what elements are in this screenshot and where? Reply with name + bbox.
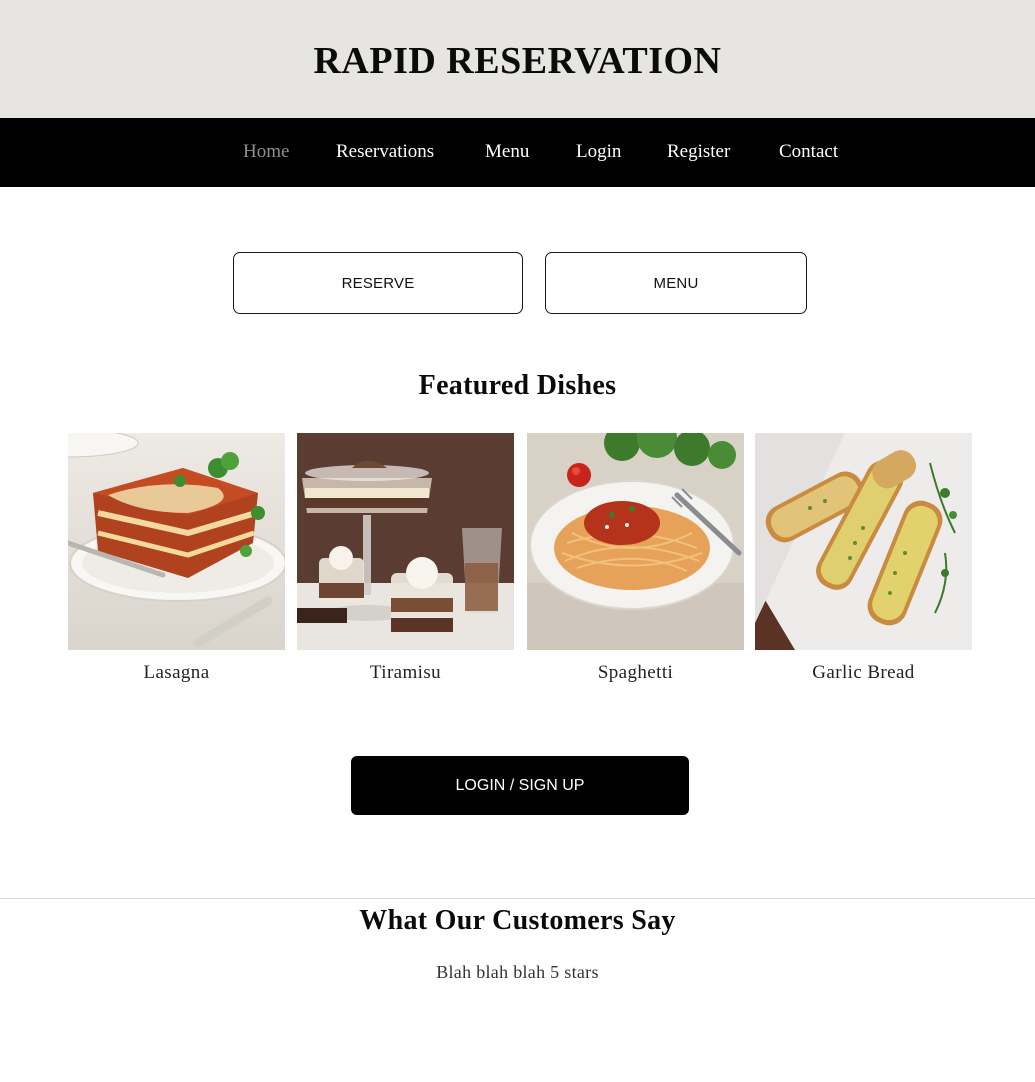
dish-card[interactable]: Tiramisu — [297, 433, 514, 684]
testimonials-heading: What Our Customers Say — [359, 905, 676, 936]
dish-name: Tiramisu — [369, 662, 442, 683]
nav-register[interactable]: Register — [667, 141, 730, 163]
dish-card[interactable]: Lasagna — [68, 433, 285, 684]
dish-card[interactable]: Garlic Bread — [755, 433, 972, 684]
site-header: RAPID RESERVATION — [0, 0, 1035, 118]
site-title: RAPID RESERVATION — [313, 40, 722, 82]
dish-name: Spaghetti — [597, 662, 674, 683]
nav-contact[interactable]: Contact — [779, 141, 838, 163]
login-signup-button[interactable]: LOGIN / SIGN UP — [351, 756, 689, 815]
reserve-button[interactable]: RESERVE — [233, 252, 523, 314]
menu-button[interactable]: MENU — [545, 252, 807, 314]
nav-reservations[interactable]: Reservations — [336, 141, 434, 163]
lasagna-photo — [68, 433, 285, 650]
dish-name: Garlic Bread — [812, 662, 915, 683]
spaghetti-photo — [527, 433, 744, 650]
tiramisu-photo — [297, 433, 514, 650]
nav-login[interactable]: Login — [576, 141, 621, 163]
garlic-bread-photo — [755, 433, 972, 650]
testimonial-text: Blah blah blah 5 stars — [436, 962, 599, 982]
section-divider — [0, 898, 1035, 899]
nav-home[interactable]: Home — [243, 141, 289, 163]
main-nav: Home Reservations Menu Login Register Co… — [0, 118, 1035, 187]
nav-menu[interactable]: Menu — [485, 141, 529, 163]
dish-name: Lasagna — [143, 662, 210, 683]
featured-heading: Featured Dishes — [418, 370, 617, 401]
dish-card[interactable]: Spaghetti — [527, 433, 744, 684]
